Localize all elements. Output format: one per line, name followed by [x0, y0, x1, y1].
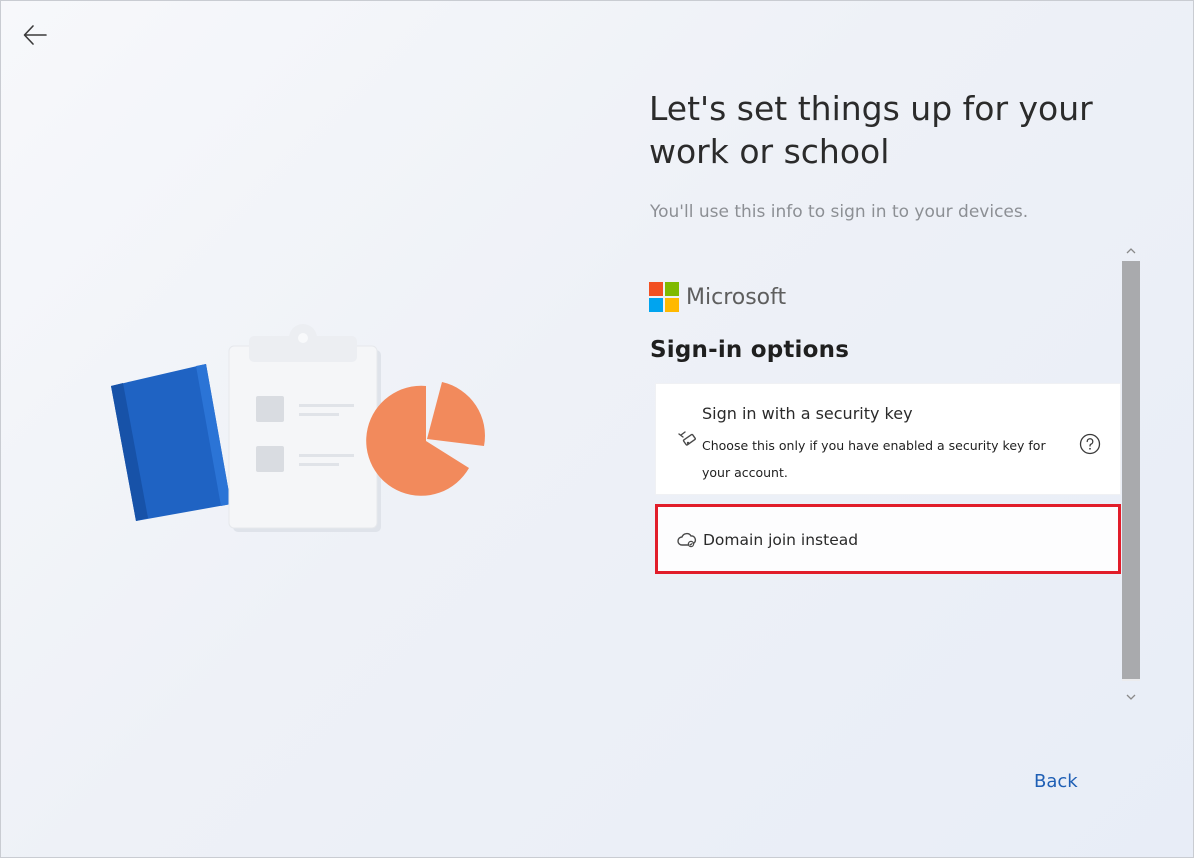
scroll-thumb[interactable] — [1122, 261, 1140, 679]
notebook-illustration — [111, 364, 231, 521]
page-subtitle: You'll use this info to sign in to your … — [650, 202, 1029, 222]
work-school-illustration — [101, 316, 491, 546]
signin-options-heading: Sign-in options — [650, 337, 850, 363]
signin-content-area: Microsoft Sign-in options Sign in with a… — [641, 241, 1143, 711]
microsoft-brand-name: Microsoft — [686, 284, 787, 310]
microsoft-brand: Microsoft — [649, 282, 786, 312]
security-key-option-title: Sign in with a security key — [702, 404, 913, 423]
back-arrow-icon[interactable] — [19, 19, 51, 51]
domain-join-option[interactable]: Domain join instead — [655, 504, 1121, 574]
security-key-option-description: Choose this only if you have enabled a s… — [702, 438, 1046, 480]
back-button[interactable]: Back — [1034, 771, 1078, 792]
help-icon[interactable] — [1079, 433, 1101, 455]
cloud-icon — [677, 532, 697, 548]
domain-join-label: Domain join instead — [703, 531, 859, 549]
microsoft-logo-icon — [649, 282, 679, 312]
clipboard-illustration — [228, 324, 378, 529]
security-key-icon — [678, 431, 696, 446]
scroll-up-arrow-icon[interactable] — [1121, 241, 1141, 261]
pie-chart-illustration — [366, 382, 485, 496]
page-title: Let's set things up for your work or sch… — [649, 89, 1093, 171]
security-key-option[interactable]: Sign in with a security key Choose this … — [655, 383, 1121, 495]
oobe-window: Let's set things up for your work or sch… — [0, 0, 1194, 858]
options-scrollbar[interactable] — [1121, 241, 1141, 711]
scroll-down-arrow-icon[interactable] — [1121, 687, 1141, 707]
